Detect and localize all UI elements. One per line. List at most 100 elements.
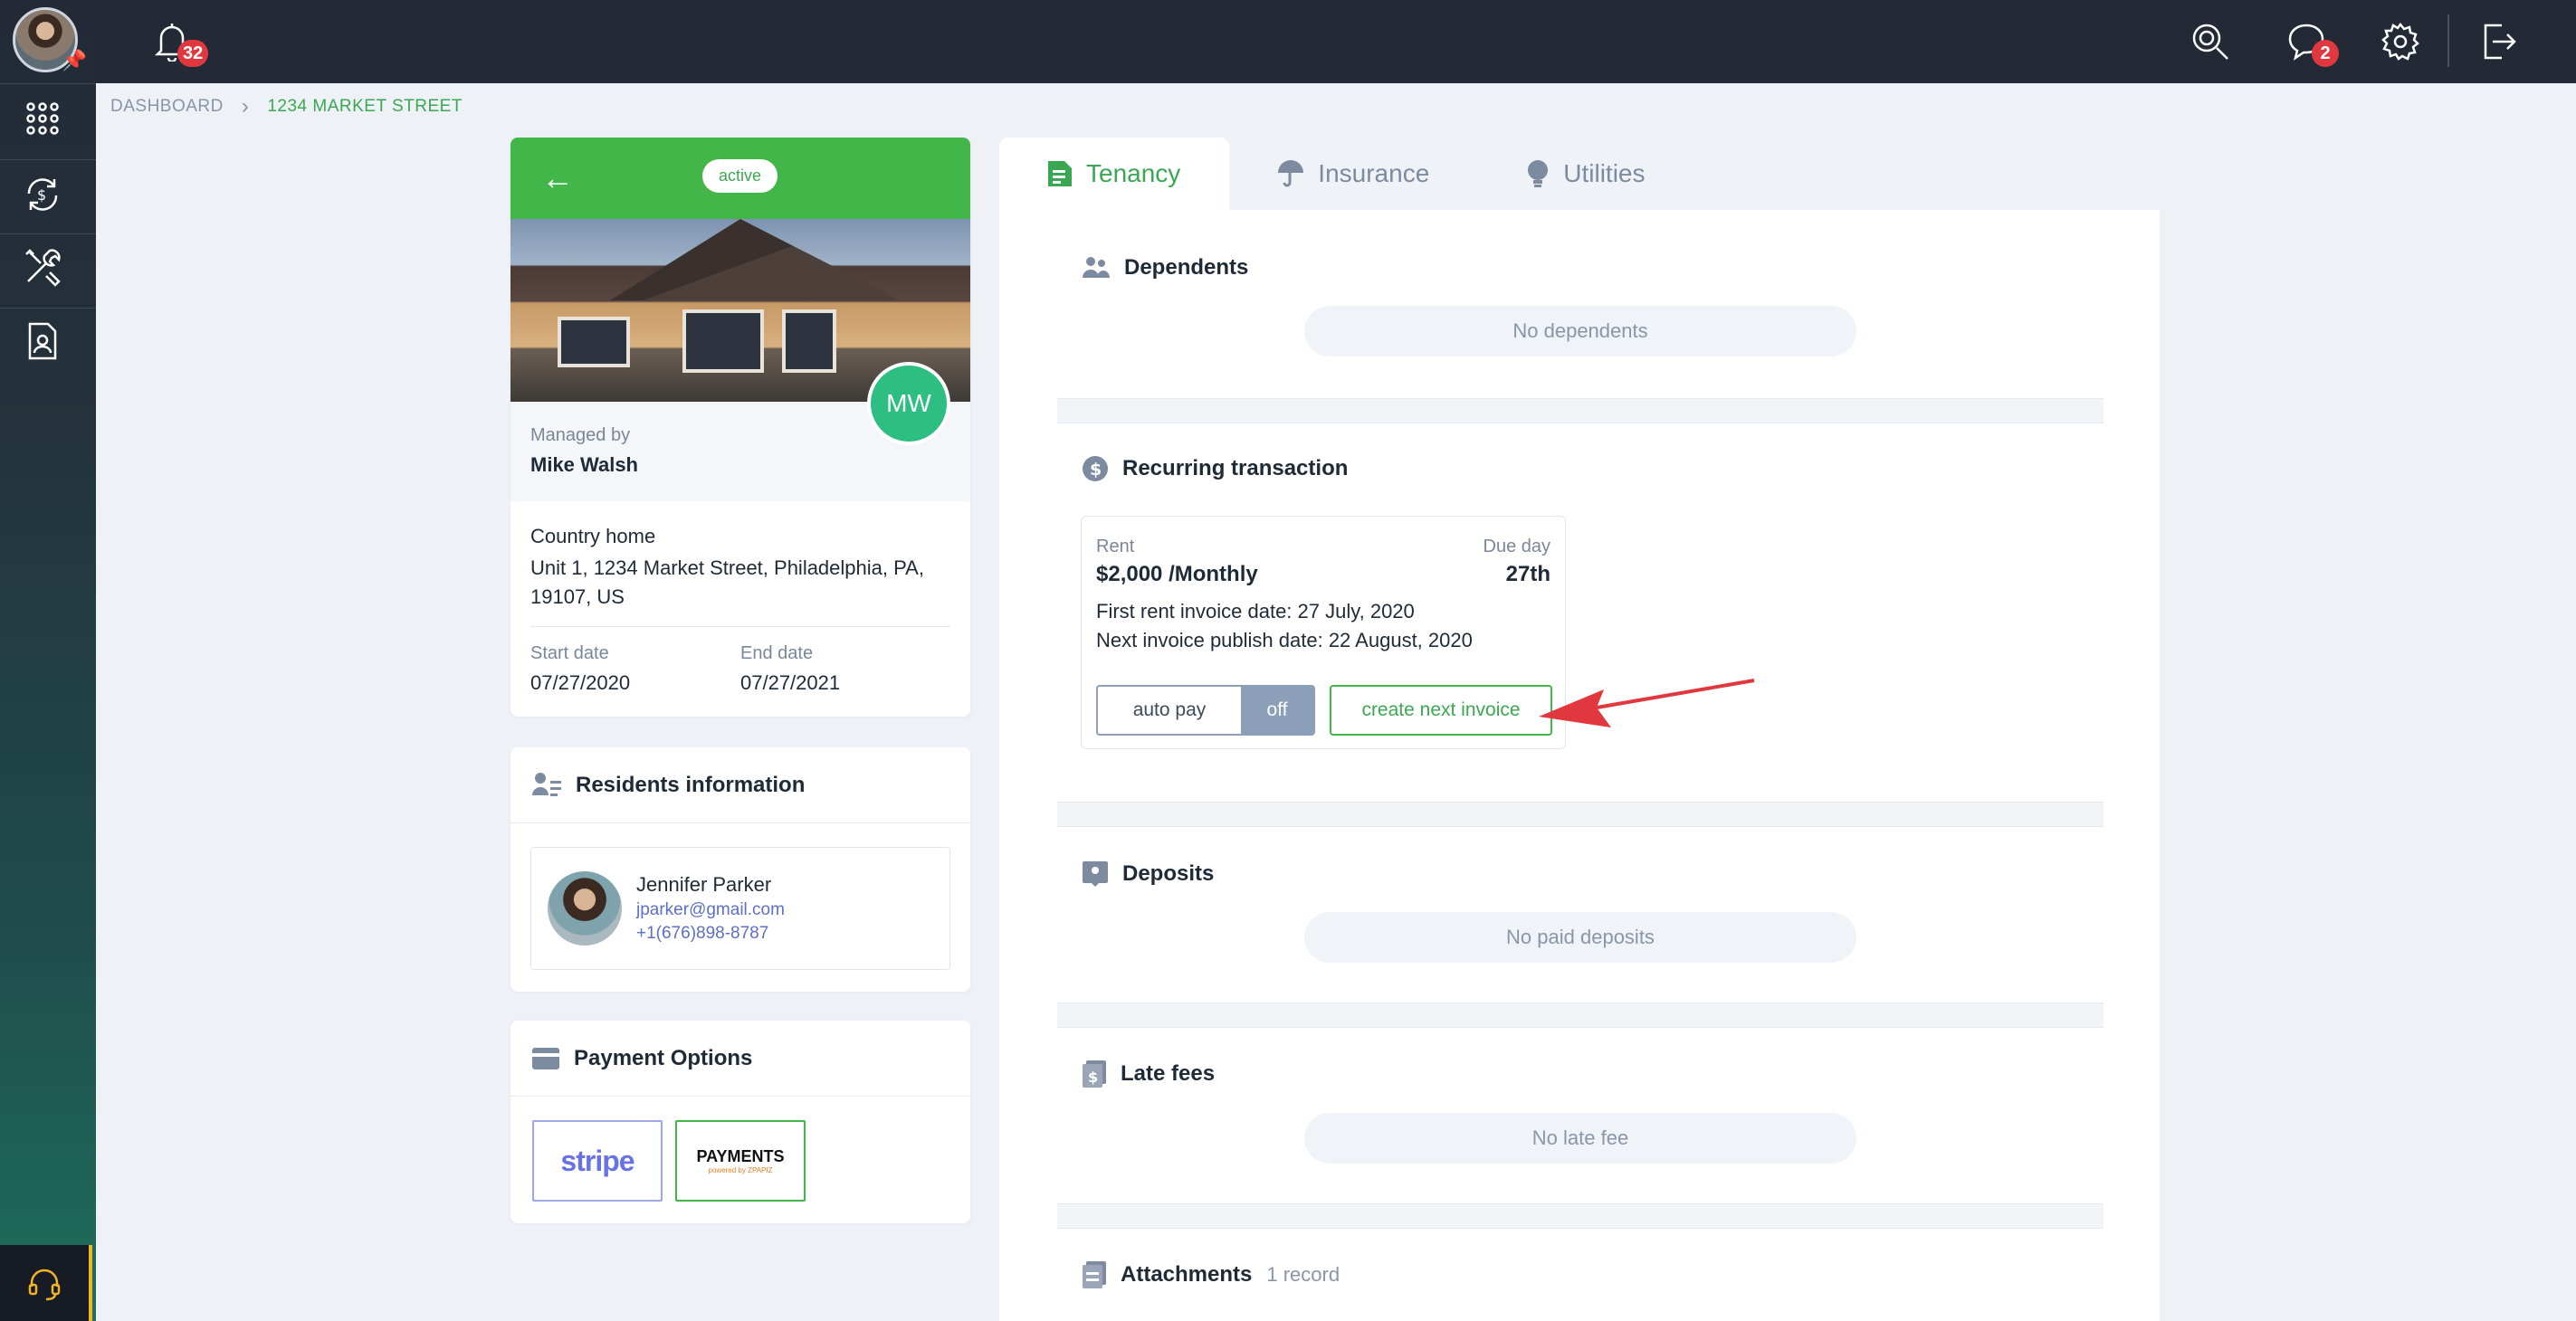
property-name: Country home — [530, 525, 656, 547]
tools-icon[interactable] — [16, 241, 69, 293]
back-arrow-icon[interactable]: ← — [541, 159, 574, 197]
tab-utilities-label: Utilities — [1563, 159, 1646, 187]
svg-text:$: $ — [37, 186, 46, 204]
breadcrumb-dashboard[interactable]: DASHBOARD — [110, 97, 224, 117]
resident-phone[interactable]: +1(676)898-8787 — [636, 924, 785, 944]
rent-label: Rent — [1096, 537, 1135, 556]
umbrella-icon — [1278, 160, 1304, 187]
messages-button[interactable]: 2 — [2279, 14, 2339, 69]
support-headset[interactable] — [0, 1245, 92, 1321]
end-date-label: End date — [740, 643, 814, 663]
manager-name: Mike Walsh — [530, 453, 638, 476]
apps-grid-icon[interactable] — [16, 92, 69, 145]
dependents-header: Dependents — [1057, 255, 2104, 280]
tab-bar: Tenancy Insurance Utilities — [999, 138, 2160, 210]
residents-card: Residents information Jennifer Parker jp… — [510, 747, 970, 992]
start-date-value: 07/27/2020 — [530, 671, 631, 694]
headset-icon[interactable] — [26, 1265, 62, 1301]
dollar-circle-icon: $ — [1083, 456, 1108, 481]
divider — [2447, 14, 2449, 67]
recurring-header: $ Recurring transaction — [1057, 456, 2104, 481]
document-icon — [1048, 161, 1072, 186]
attachments-section: Attachments 1 record — [1057, 1261, 2104, 1288]
status-badge: active — [702, 159, 778, 193]
contact-document-icon[interactable] — [16, 315, 69, 367]
tab-insurance-label: Insurance — [1318, 159, 1430, 187]
due-day-label: Due day — [1483, 537, 1551, 556]
settings-button[interactable] — [2373, 14, 2428, 69]
svg-text:$: $ — [1090, 460, 1102, 480]
divider — [530, 626, 950, 627]
autopay-toggle[interactable]: auto pay off — [1096, 685, 1315, 736]
resident-avatar — [548, 871, 622, 946]
tab-insurance[interactable]: Insurance — [1229, 138, 1478, 210]
deposits-section: Deposits No paid deposits — [1057, 861, 2104, 963]
end-date-value: 07/27/2021 — [740, 671, 841, 694]
logout-button[interactable] — [2471, 14, 2525, 69]
autopay-state[interactable]: off — [1241, 687, 1313, 734]
money-cycle-icon[interactable]: $ — [16, 168, 69, 221]
deposit-icon — [1083, 861, 1108, 887]
chevron-right-icon: › — [241, 94, 250, 119]
dependents-title: Dependents — [1124, 255, 1249, 280]
section-divider — [1057, 398, 2104, 423]
tab-tenancy[interactable]: Tenancy — [999, 138, 1230, 210]
photo-window — [558, 317, 630, 367]
rent-amount: $2,000 /Monthly — [1096, 562, 1258, 586]
manager-avatar[interactable]: MW — [867, 362, 950, 445]
divider — [0, 83, 96, 84]
stripe-option[interactable]: stripe — [532, 1120, 663, 1202]
first-invoice-date: First rent invoice date: 27 July, 2020 — [1096, 600, 1415, 622]
resident-name: Jennifer Parker — [636, 873, 772, 896]
notifications-button[interactable]: 32 — [145, 14, 209, 69]
user-avatar[interactable]: 📌 — [13, 7, 87, 72]
property-info: Country home Unit 1, 1234 Market Street,… — [530, 525, 950, 695]
svg-text:$: $ — [1088, 1069, 1098, 1086]
attachments-title: Attachments — [1121, 1262, 1253, 1287]
attachment-document-icon — [1083, 1261, 1106, 1288]
photo-roof — [610, 219, 900, 300]
payments-logo: PAYMENTS — [696, 1147, 785, 1165]
tab-utilities[interactable]: Utilities — [1478, 138, 1693, 210]
attachments-count: 1 record — [1266, 1263, 1340, 1286]
late-fees-section: $ Late fees No late fee — [1057, 1060, 2104, 1164]
divider — [0, 159, 96, 160]
dependents-section: Dependents No dependents — [1057, 255, 2104, 356]
search-icon — [2192, 24, 2228, 60]
start-date-label: Start date — [530, 643, 609, 663]
gear-icon — [2381, 22, 2419, 61]
invoice-icon: $ — [1083, 1060, 1106, 1088]
late-fees-header: $ Late fees — [1057, 1060, 2104, 1088]
sidebar: 📌 $ — [0, 0, 96, 1321]
top-bar: 32 2 — [96, 0, 2576, 83]
resident-item[interactable]: Jennifer Parker jparker@gmail.com +1(676… — [530, 847, 950, 970]
autopay-label[interactable]: auto pay — [1098, 687, 1241, 734]
payment-options-header: Payment Options — [510, 1021, 970, 1097]
logout-icon — [2484, 24, 2516, 60]
lightbulb-icon — [1528, 160, 1549, 187]
due-day-value: 27th — [1505, 562, 1550, 586]
rent-box: Rent Due day $2,000 /Monthly 27th First … — [1081, 516, 1566, 749]
section-divider — [1057, 1203, 2104, 1229]
payments-powered-by: powered by ZPAPIZ — [708, 1166, 773, 1174]
residents-title: Residents information — [576, 772, 806, 797]
property-address: Unit 1, 1234 Market Street, Philadelphia… — [530, 556, 924, 608]
payments-option[interactable]: PAYMENTS powered by ZPAPIZ — [675, 1120, 806, 1202]
section-divider — [1057, 1003, 2104, 1028]
photo-window — [782, 309, 836, 373]
residents-icon — [532, 772, 561, 796]
lease-dates: Start date 07/27/2020 End date 07/27/202… — [530, 643, 950, 695]
next-invoice-publish-date: Next invoice publish date: 22 August, 20… — [1096, 629, 1473, 651]
resident-email[interactable]: jparker@gmail.com — [636, 900, 785, 920]
tab-tenancy-label: Tenancy — [1086, 159, 1181, 187]
credit-card-icon — [532, 1047, 559, 1069]
recurring-title: Recurring transaction — [1122, 456, 1349, 480]
deposits-title: Deposits — [1122, 861, 1215, 886]
payment-options-title: Payment Options — [574, 1045, 753, 1070]
search-button[interactable] — [2183, 14, 2237, 69]
create-next-invoice-button[interactable]: create next invoice — [1330, 685, 1552, 736]
dependents-empty: No dependents — [1304, 306, 1856, 356]
property-header: ← active — [510, 138, 970, 219]
pin-icon[interactable]: 📌 — [62, 49, 87, 72]
deposits-header: Deposits — [1057, 861, 2104, 887]
